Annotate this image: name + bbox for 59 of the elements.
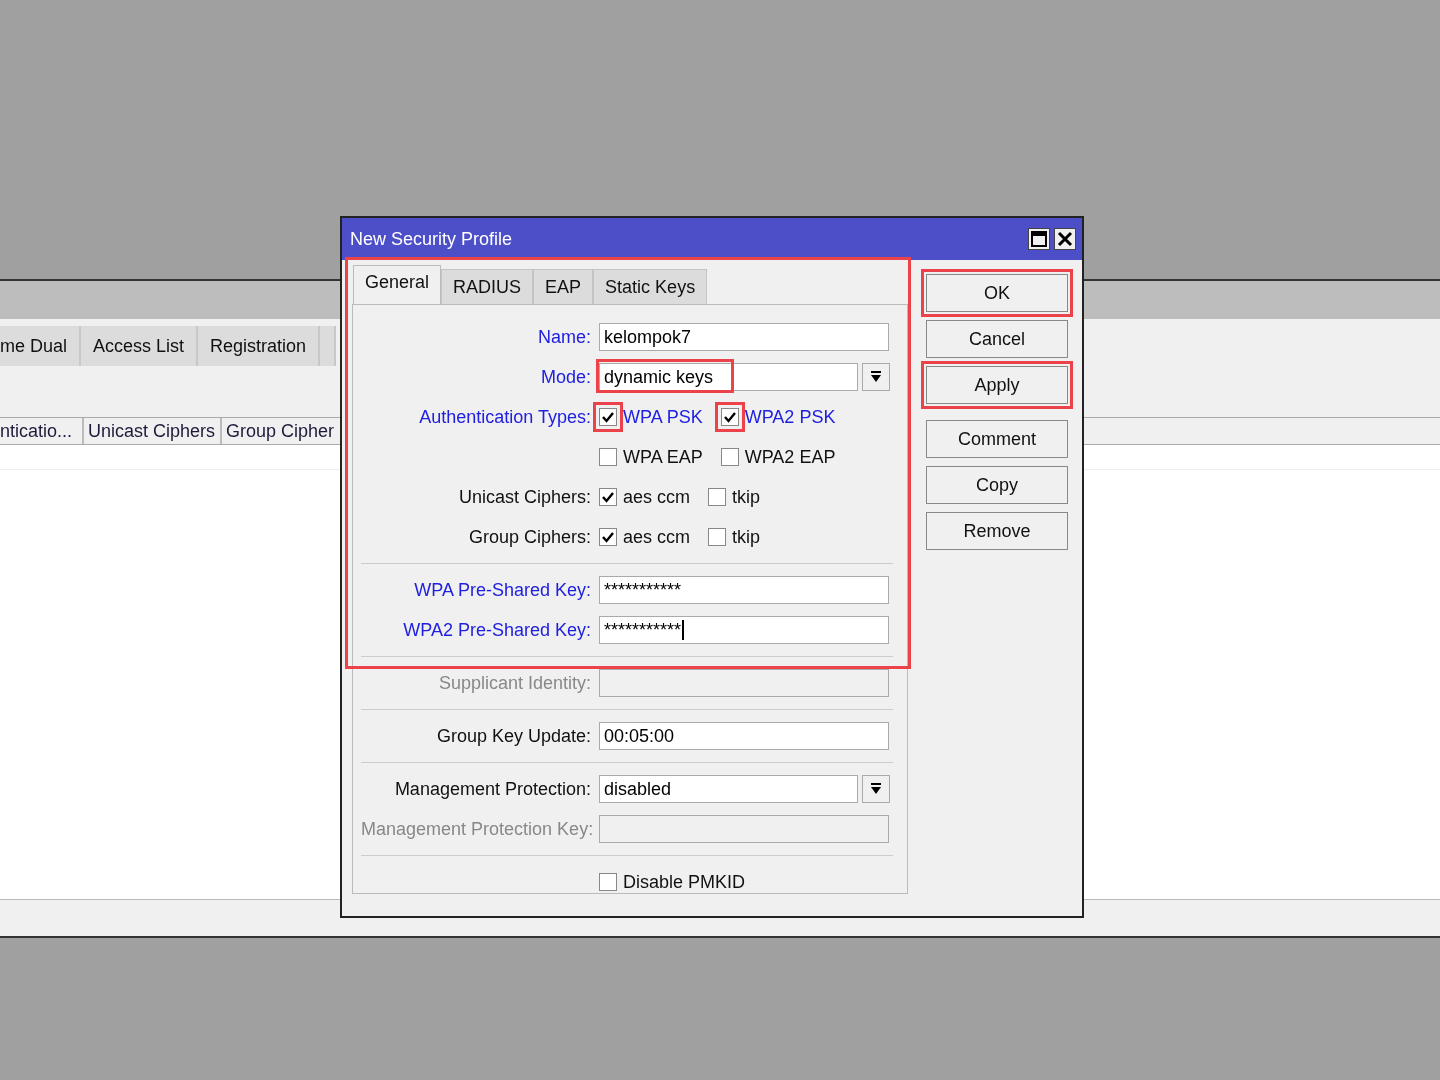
checkmark-icon [601,530,615,544]
checkbox[interactable] [708,488,727,506]
tab[interactable]: Access List [81,326,199,366]
checkbox-label: WPA2 PSK [744,406,836,428]
dropdown-button[interactable] [862,363,890,391]
button[interactable]: OK [926,274,1068,312]
field-label: Mode: [540,366,591,387]
dropdown-arrow-icon [870,370,882,384]
checkmark-icon [601,490,615,504]
checkbox[interactable] [599,488,617,506]
button[interactable]: Remove [926,512,1068,550]
button[interactable]: Comment [926,420,1068,458]
close-button[interactable] [1054,228,1076,250]
checkbox[interactable] [599,528,617,546]
checkbox-label: WPA EAP [623,446,703,468]
tab[interactable]: EAP [533,269,594,304]
checkbox[interactable] [599,448,617,466]
checkbox-label: tkip [732,486,761,508]
checkbox[interactable] [708,528,727,546]
close-icon [1056,230,1074,248]
input-field[interactable]: 00:05:00 [599,722,889,750]
field-label: Group Ciphers: [468,526,591,547]
field-label: WPA Pre-Shared Key: [414,579,591,600]
field-label: Name: [538,326,591,347]
button[interactable]: Cancel [926,320,1068,358]
input-field[interactable]: kelompok7 [599,323,889,351]
maximize-icon [1030,230,1048,248]
tab[interactable]: Static Keys [593,269,708,304]
dropdown-field[interactable]: disabled [599,775,858,803]
window-title: New Security Profile [350,228,513,250]
input-field[interactable]: *********** [599,616,889,644]
checkbox-label: aes ccm [623,526,691,548]
field-label: Management Protection Key: [361,818,594,839]
field-label: Management Protection: [394,778,591,799]
checkbox-label: tkip [732,526,761,548]
checkbox[interactable] [599,408,617,426]
checkbox[interactable] [720,408,739,426]
field-label: Unicast Ciphers: [458,486,591,507]
tab[interactable]: General [353,265,442,304]
dropdown-button[interactable] [862,775,890,803]
tab[interactable]: me Dual [0,326,82,366]
field-label: WPA2 Pre-Shared Key: [403,619,591,640]
field-label: Group Key Update: [436,725,591,746]
checkbox-label: aes ccm [623,486,691,508]
dropdown-arrow-icon [870,782,882,796]
checkbox[interactable] [599,873,617,891]
checkmark-icon [601,410,615,424]
input-field[interactable]: *********** [599,576,889,604]
checkbox-label: WPA PSK [623,406,703,428]
button[interactable]: Apply [926,366,1068,404]
checkbox-label: WPA2 EAP [744,446,836,468]
tab[interactable]: RADIUS [441,269,534,304]
tab[interactable]: Registration [198,326,321,366]
maximize-button[interactable] [1028,228,1050,250]
checkmark-icon [722,410,737,424]
checkbox-label: Disable PMKID [623,871,746,893]
field-label: Supplicant Identity: [438,672,591,693]
button[interactable]: Copy [926,466,1068,504]
checkbox[interactable] [720,448,739,466]
